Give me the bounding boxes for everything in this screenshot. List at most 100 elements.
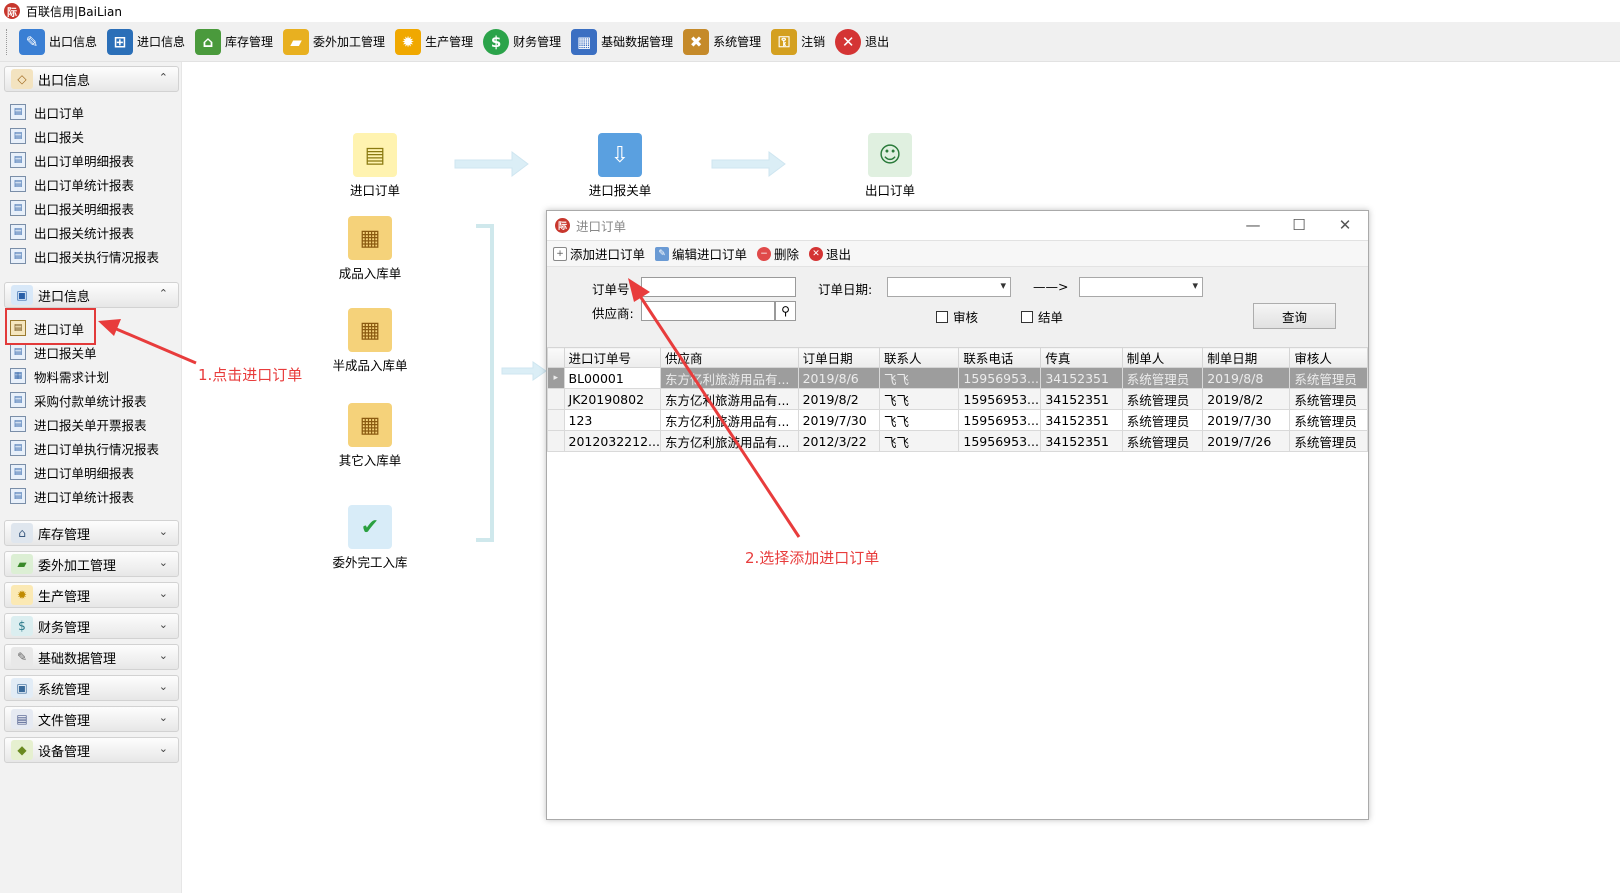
sidebar-group-production[interactable]: ✹ 生产管理 ⌄ <box>4 582 179 608</box>
column-header[interactable]: 联系电话 <box>958 347 1042 368</box>
flow-import-order[interactable]: ▤ 进口订单 <box>330 133 420 199</box>
toolbar-grip[interactable] <box>6 28 9 55</box>
sidebar-group-inventory[interactable]: ⌂ 库存管理 ⌄ <box>4 520 179 546</box>
table-cell[interactable]: 2019/8/2 <box>797 388 881 410</box>
table-row[interactable]: 123 东方亿利旅游用品有... 2019/7/30 飞飞 15956953..… <box>547 409 1368 431</box>
toolbar-outsourcing-button[interactable]: ▰ 委外加工管理 <box>279 25 391 59</box>
table-row[interactable]: ▸ BL00001 东方亿利旅游用品有... 2019/8/6 飞飞 15956… <box>547 367 1368 389</box>
table-row[interactable]: JK20190802 东方亿利旅游用品有... 2019/8/2 飞飞 1595… <box>547 388 1368 410</box>
flow-semi-finished-receipt[interactable]: ▦ 半成品入库单 <box>325 308 415 374</box>
table-cell[interactable]: 15956953... <box>958 367 1042 389</box>
table-cell[interactable]: 东方亿利旅游用品有... <box>659 388 799 410</box>
table-cell[interactable]: 34152351 <box>1040 367 1123 389</box>
search-icon[interactable]: ⚲ <box>775 301 796 321</box>
table-cell[interactable]: 系统管理员 <box>1289 409 1368 431</box>
table-row[interactable]: 2012032212... 东方亿利旅游用品有... 2012/3/22 飞飞 … <box>547 430 1368 452</box>
toolbar-import-info-button[interactable]: ⊞ 进口信息 <box>103 25 191 59</box>
table-cell[interactable]: 系统管理员 <box>1121 430 1204 452</box>
sidebar-group-system[interactable]: ▣ 系统管理 ⌄ <box>4 675 179 701</box>
sidebar-item-export-declaration-detail-report[interactable]: ▤ 出口报关明细报表 <box>10 198 134 218</box>
table-cell[interactable]: 2012/3/22 <box>797 430 881 452</box>
date-to-select[interactable] <box>1079 277 1203 297</box>
sidebar-group-basic-data[interactable]: ✎ 基础数据管理 ⌄ <box>4 644 179 670</box>
column-header[interactable]: 制单人 <box>1121 347 1204 368</box>
sidebar-group-import[interactable]: ▣ 进口信息 ⌃ <box>4 282 179 308</box>
flow-outsourced-completion-receipt[interactable]: ✔ 委外完工入库 <box>325 505 415 571</box>
table-cell[interactable]: 系统管理员 <box>1121 367 1204 389</box>
table-cell[interactable]: 2012032212... <box>563 430 661 452</box>
table-cell[interactable]: 东方亿利旅游用品有... <box>659 367 799 389</box>
table-cell[interactable]: 东方亿利旅游用品有... <box>659 409 799 431</box>
table-cell[interactable]: 34152351 <box>1040 409 1123 431</box>
sidebar-group-files[interactable]: ▤ 文件管理 ⌄ <box>4 706 179 732</box>
table-cell[interactable]: 系统管理员 <box>1289 367 1368 389</box>
audited-checkbox[interactable]: 审核 <box>936 307 978 326</box>
column-header[interactable]: 订单日期 <box>797 347 881 368</box>
table-cell[interactable]: 东方亿利旅游用品有... <box>659 430 799 452</box>
toolbar-basic-data-button[interactable]: ▦ 基础数据管理 <box>567 25 679 59</box>
flow-import-declaration[interactable]: ⇩ 进口报关单 <box>575 133 665 199</box>
table-cell[interactable]: 123 <box>563 409 661 431</box>
table-cell[interactable]: 2019/7/26 <box>1202 430 1291 452</box>
sidebar-group-finance[interactable]: $ 财务管理 ⌄ <box>4 613 179 639</box>
flow-other-receipt[interactable]: ▦ 其它入库单 <box>325 403 415 469</box>
table-cell[interactable]: 15956953... <box>958 430 1042 452</box>
query-button[interactable]: 查询 <box>1253 303 1336 329</box>
table-cell[interactable]: JK20190802 <box>563 388 661 410</box>
exit-button[interactable]: ✕ 退出 <box>809 244 851 263</box>
toolbar-finance-button[interactable]: $ 财务管理 <box>479 25 567 59</box>
minimize-button[interactable]: — <box>1230 211 1276 239</box>
column-header[interactable]: 供应商 <box>659 347 799 368</box>
order-no-input[interactable] <box>641 277 796 297</box>
edit-import-order-button[interactable]: ✎ 编辑进口订单 <box>655 244 747 263</box>
column-header[interactable]: 联系人 <box>879 347 960 368</box>
table-cell[interactable]: 2019/8/8 <box>1202 367 1291 389</box>
table-cell[interactable]: 2019/8/2 <box>1202 388 1291 410</box>
flow-finished-goods-receipt[interactable]: ▦ 成品入库单 <box>325 216 415 282</box>
sidebar-item-export-order-detail-report[interactable]: ▤ 出口订单明细报表 <box>10 150 134 170</box>
table-cell[interactable]: 系统管理员 <box>1289 388 1368 410</box>
table-cell[interactable]: 2019/7/30 <box>797 409 881 431</box>
sidebar-item-import-order-detail-report[interactable]: ▤ 进口订单明细报表 <box>10 462 134 482</box>
table-cell[interactable]: 34152351 <box>1040 430 1123 452</box>
close-button[interactable]: ✕ <box>1322 211 1368 239</box>
table-cell[interactable]: 飞飞 <box>879 367 960 389</box>
sidebar-item-export-declaration[interactable]: ▤ 出口报关 <box>10 126 84 146</box>
toolbar-system-button[interactable]: ✖ 系统管理 <box>679 25 767 59</box>
sidebar-group-export[interactable]: ◇ 出口信息 ⌃ <box>4 66 179 92</box>
table-cell[interactable]: 34152351 <box>1040 388 1123 410</box>
table-cell[interactable]: 系统管理员 <box>1121 409 1204 431</box>
column-header[interactable]: 传真 <box>1040 347 1123 368</box>
toolbar-exit-button[interactable]: ✕ 退出 <box>831 25 895 59</box>
sidebar-item-export-declaration-stat-report[interactable]: ▤ 出口报关统计报表 <box>10 222 134 242</box>
table-cell[interactable]: 飞飞 <box>879 388 960 410</box>
sidebar-group-outsourcing[interactable]: ▰ 委外加工管理 ⌄ <box>4 551 179 577</box>
sidebar-item-export-order-stat-report[interactable]: ▤ 出口订单统计报表 <box>10 174 134 194</box>
table-cell[interactable]: BL00001 <box>563 367 661 389</box>
table-cell[interactable]: 飞飞 <box>879 430 960 452</box>
sidebar-item-import-declaration[interactable]: ▤ 进口报关单 <box>10 342 97 362</box>
sidebar-item-purchase-payment-report[interactable]: ▤ 采购付款单统计报表 <box>10 390 147 410</box>
column-header[interactable]: 进口订单号 <box>563 347 661 368</box>
column-header[interactable]: 制单日期 <box>1202 347 1291 368</box>
sidebar-item-export-order[interactable]: ▤ 出口订单 <box>10 102 84 122</box>
column-header[interactable]: 审核人 <box>1289 347 1368 368</box>
table-cell[interactable]: 15956953... <box>958 409 1042 431</box>
sidebar-item-import-order-exec-report[interactable]: ▤ 进口订单执行情况报表 <box>10 438 159 458</box>
date-from-select[interactable] <box>887 277 1011 297</box>
sidebar-item-import-order-stat-report[interactable]: ▤ 进口订单统计报表 <box>10 486 134 506</box>
table-cell[interactable]: 15956953... <box>958 388 1042 410</box>
supplier-input[interactable] <box>641 301 775 321</box>
sidebar-item-material-plan[interactable]: ▦ 物料需求计划 <box>10 366 109 386</box>
table-cell[interactable]: 飞飞 <box>879 409 960 431</box>
maximize-button[interactable]: ☐ <box>1276 211 1322 239</box>
table-cell[interactable]: 2019/7/30 <box>1202 409 1291 431</box>
sidebar-item-import-invoice-report[interactable]: ▤ 进口报关单开票报表 <box>10 414 147 434</box>
table-cell[interactable]: 系统管理员 <box>1121 388 1204 410</box>
delete-button[interactable]: − 删除 <box>757 244 799 263</box>
table-cell[interactable]: 2019/8/6 <box>797 367 881 389</box>
table-cell[interactable]: 系统管理员 <box>1289 430 1368 452</box>
toolbar-production-button[interactable]: ✹ 生产管理 <box>391 25 479 59</box>
flow-export-order[interactable]: ☺ 出口订单 <box>845 133 935 199</box>
toolbar-inventory-button[interactable]: ⌂ 库存管理 <box>191 25 279 59</box>
